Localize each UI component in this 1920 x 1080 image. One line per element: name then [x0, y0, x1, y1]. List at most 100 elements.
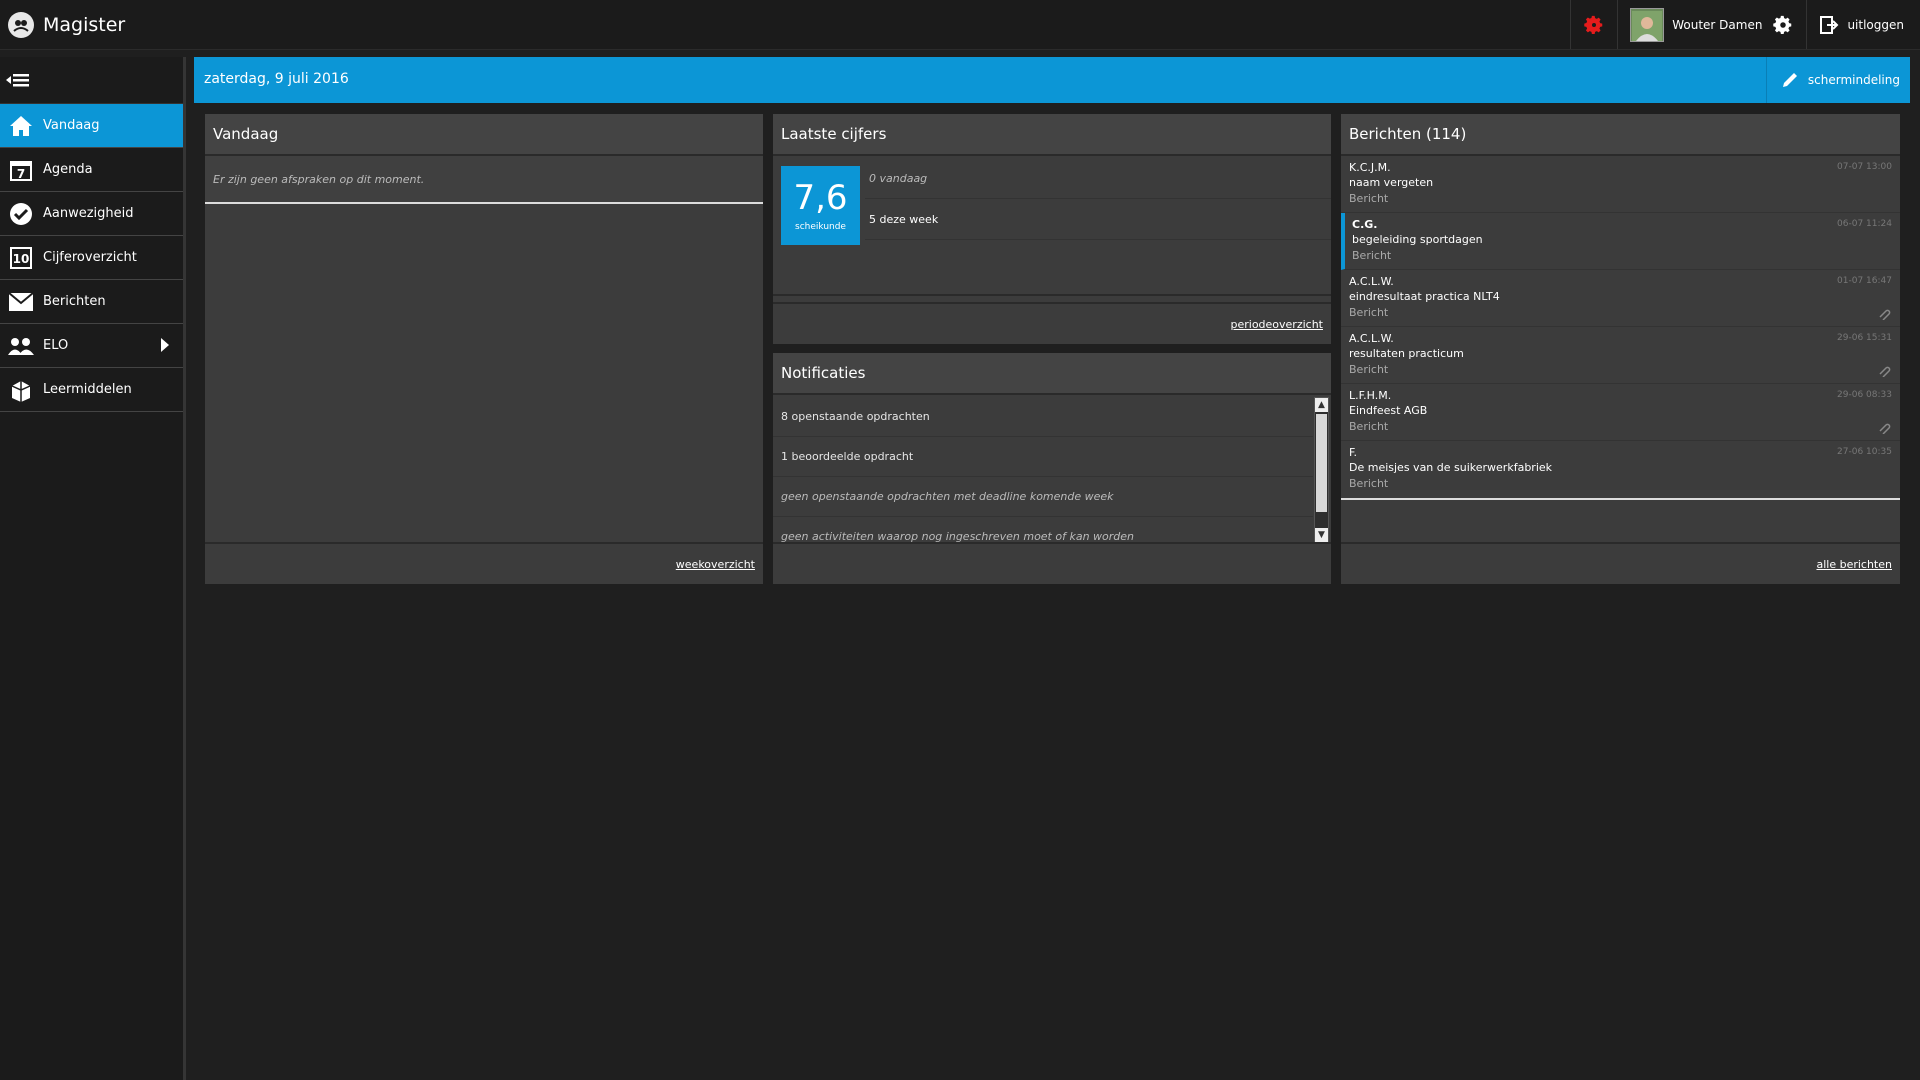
message-time: 07-07 13:00 — [1837, 162, 1892, 172]
magister-logo-icon — [8, 12, 34, 38]
sidebar: Vandaag 7 Agenda Aanwezigheid 10 Cijfero… — [0, 57, 186, 1080]
logout-label: uitloggen — [1847, 17, 1904, 32]
message-time: 06-07 11:24 — [1837, 219, 1892, 229]
envelope-icon — [8, 289, 34, 315]
collapse-menu-icon — [6, 74, 29, 87]
notification-item[interactable]: geen activiteiten waarop nog ingeschreve… — [773, 517, 1313, 543]
svg-text:7: 7 — [17, 167, 25, 181]
message-type: Bericht — [1349, 420, 1389, 433]
screen-layout-button[interactable]: schermindeling — [1765, 57, 1910, 103]
app-title: Magister — [43, 14, 126, 36]
sidebar-item-cijferoverzicht[interactable]: 10 Cijferoverzicht — [0, 236, 183, 280]
widget-title: Laatste cijfers — [773, 114, 1331, 156]
message-item[interactable]: A.C.L.W. resultaten practicum Bericht 29… — [1341, 327, 1900, 384]
week-overview-link[interactable]: weekoverzicht — [676, 558, 755, 571]
message-type: Bericht — [1349, 477, 1389, 490]
user-profile[interactable]: Wouter Damen — [1617, 0, 1806, 49]
message-sender: L.F.H.M. — [1349, 389, 1392, 402]
widget-footer: alle berichten — [1341, 542, 1900, 584]
message-item[interactable]: F. De meisjes van de suikerwerkfabriek B… — [1341, 441, 1900, 498]
message-item[interactable]: A.C.L.W. eindresultaat practica NLT4 Ber… — [1341, 270, 1900, 327]
grade-value: 7,6 — [793, 178, 848, 218]
current-date: zaterdag, 9 juli 2016 — [204, 71, 349, 87]
sidebar-item-vandaag[interactable]: Vandaag — [0, 104, 183, 148]
message-type: Bericht — [1349, 363, 1389, 376]
checkmark-icon — [8, 201, 34, 227]
message-item-selected[interactable]: C.G. begeleiding sportdagen Bericht 06-0… — [1341, 213, 1900, 270]
message-list: K.C.J.M. naam vergeten Bericht 07-07 13:… — [1341, 156, 1900, 500]
sidebar-item-agenda[interactable]: 7 Agenda — [0, 148, 183, 192]
grades-this-week: 5 deze week — [869, 212, 939, 226]
message-type: Bericht — [1349, 192, 1389, 205]
widget-laatste-cijfers: Laatste cijfers 7,6 scheikunde 0 vandaag… — [773, 114, 1331, 344]
sidebar-item-label: Aanwezigheid — [43, 206, 134, 221]
calendar-icon: 7 — [8, 157, 34, 183]
message-sender: C.G. — [1352, 218, 1378, 231]
sidebar-item-elo[interactable]: ELO — [0, 324, 183, 368]
message-sender: A.C.L.W. — [1349, 275, 1394, 288]
message-time: 01-07 16:47 — [1837, 276, 1892, 286]
grades-today: 0 vandaag — [869, 171, 928, 185]
message-type: Bericht — [1352, 249, 1392, 262]
logout-icon — [1820, 15, 1839, 34]
grade-icon: 10 — [8, 245, 34, 271]
sidebar-item-label: Vandaag — [43, 118, 100, 133]
sidebar-item-label: Agenda — [43, 162, 93, 177]
message-subject: eindresultaat practica NLT4 — [1349, 290, 1500, 303]
sidebar-item-leermiddelen[interactable]: Leermiddelen — [0, 368, 183, 412]
period-overview-link[interactable]: periodeoverzicht — [1230, 318, 1323, 331]
brand[interactable]: Magister — [8, 10, 125, 40]
notification-scrollbar[interactable]: ▲ ▼ — [1314, 397, 1329, 543]
widget-vandaag: Vandaag Er zijn geen afspraken op dit mo… — [205, 114, 763, 584]
sidebar-item-label: ELO — [43, 338, 69, 353]
books-icon — [8, 377, 34, 403]
menu-toggle-button[interactable] — [0, 57, 183, 104]
empty-agenda-text: Er zijn geen afspraken op dit moment. — [213, 172, 425, 186]
top-bar: Magister Wouter Damen uitloggen — [0, 0, 1920, 50]
user-name: Wouter Damen — [1672, 17, 1763, 32]
red-gear-icon — [1584, 15, 1603, 34]
message-time: 27-06 10:35 — [1837, 447, 1892, 457]
chevron-up-icon[interactable]: ▲ — [1315, 398, 1328, 412]
all-messages-link[interactable]: alle berichten — [1816, 558, 1892, 571]
widget-title: Berichten (114) — [1341, 114, 1900, 156]
chevron-down-icon[interactable]: ▼ — [1315, 528, 1328, 542]
scroll-thumb[interactable] — [1316, 414, 1327, 512]
notification-item[interactable]: 1 beoordeelde opdracht — [773, 437, 1313, 477]
message-type: Bericht — [1349, 306, 1389, 319]
alert-settings-button[interactable] — [1570, 0, 1617, 49]
sidebar-item-berichten[interactable]: Berichten — [0, 280, 183, 324]
widget-footer — [773, 542, 1331, 584]
grades-today-row[interactable]: 0 vandaag — [865, 158, 1331, 199]
message-item[interactable]: K.C.J.M. naam vergeten Bericht 07-07 13:… — [1341, 156, 1900, 213]
sidebar-item-label: Leermiddelen — [43, 382, 132, 397]
svg-text:10: 10 — [13, 252, 30, 266]
paperclip-icon — [1879, 423, 1891, 434]
gear-icon[interactable] — [1772, 14, 1794, 36]
screen-layout-label: schermindeling — [1807, 73, 1900, 87]
sidebar-item-label: Cijferoverzicht — [43, 250, 137, 265]
pencil-icon — [1782, 73, 1797, 87]
date-header: zaterdag, 9 juli 2016 schermindeling — [194, 57, 1910, 103]
widget-notificaties: Notificaties 8 openstaande opdrachten 1 … — [773, 353, 1331, 584]
sidebar-item-aanwezigheid[interactable]: Aanwezigheid — [0, 192, 183, 236]
message-subject: resultaten practicum — [1349, 347, 1464, 360]
grades-week-row[interactable]: 5 deze week — [865, 199, 1331, 240]
notification-list: 8 openstaande opdrachten 1 beoordeelde o… — [773, 397, 1313, 543]
widget-title: Vandaag — [205, 114, 763, 156]
latest-grade-tile[interactable]: 7,6 scheikunde — [781, 166, 860, 245]
sidebar-item-label: Berichten — [43, 294, 106, 309]
message-item[interactable]: L.F.H.M. Eindfeest AGB Bericht 29-06 08:… — [1341, 384, 1900, 441]
logout-button[interactable]: uitloggen — [1806, 0, 1920, 49]
widget-footer: periodeoverzicht — [773, 302, 1331, 344]
message-subject: begeleiding sportdagen — [1352, 233, 1483, 246]
paperclip-icon — [1879, 309, 1891, 320]
widget-berichten: Berichten (114) K.C.J.M. naam vergeten B… — [1341, 114, 1900, 584]
message-subject: naam vergeten — [1349, 176, 1434, 189]
notification-item[interactable]: geen openstaande opdrachten met deadline… — [773, 477, 1313, 517]
widget-footer: weekoverzicht — [205, 542, 763, 584]
widget-title: Notificaties — [773, 353, 1331, 395]
notification-item[interactable]: 8 openstaande opdrachten — [773, 397, 1313, 437]
divider — [773, 294, 1331, 296]
chevron-right-icon — [161, 338, 169, 352]
